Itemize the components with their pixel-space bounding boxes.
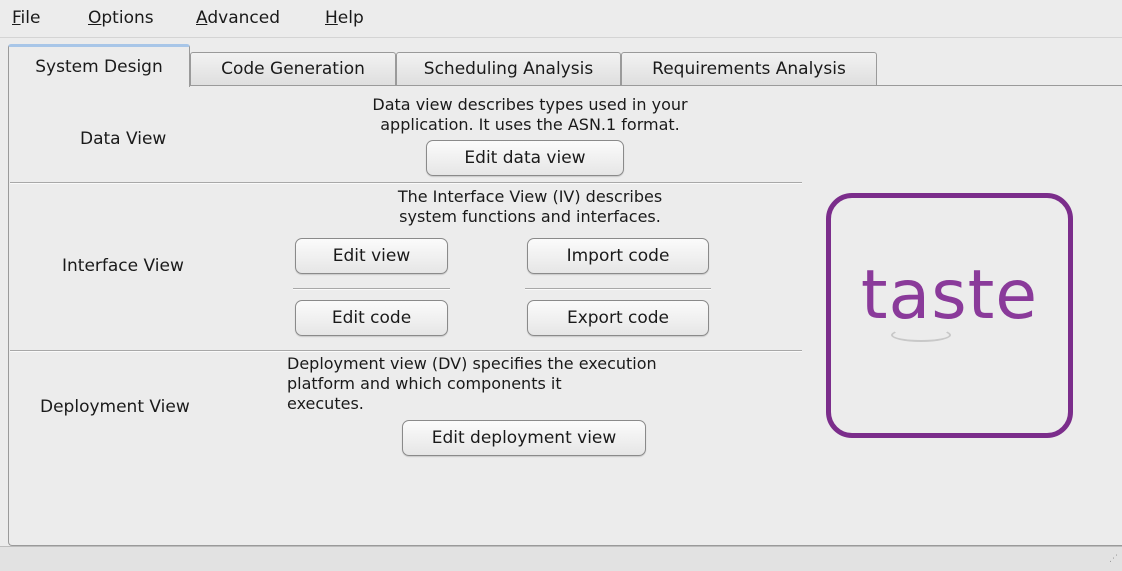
edit-code-button[interactable]: Edit code (295, 300, 448, 336)
divider-data-interface (10, 182, 802, 184)
import-code-button[interactable]: Import code (527, 238, 709, 274)
menu-options[interactable]: Options (88, 8, 154, 28)
status-bar: ⋰ (0, 546, 1122, 571)
logo-swoosh-icon (891, 328, 951, 342)
tab-system-design[interactable]: System Design (8, 44, 190, 87)
edit-deployment-view-button[interactable]: Edit deployment view (402, 420, 646, 456)
taste-logo-text: taste (860, 256, 1039, 335)
divider-interface-deployment (10, 350, 802, 352)
export-code-button[interactable]: Export code (527, 300, 709, 336)
data-view-label: Data View (80, 129, 167, 149)
resize-grip-icon[interactable]: ⋰ (1106, 555, 1118, 568)
deployment-view-description: Deployment view (DV) specifies the execu… (287, 354, 657, 413)
interface-view-label: Interface View (62, 256, 184, 276)
tab-code-generation[interactable]: Code Generation (190, 52, 396, 86)
interface-view-description: The Interface View (IV) describes system… (397, 187, 663, 226)
menu-file[interactable]: File (12, 8, 40, 28)
data-view-description: Data view describes types used in your a… (372, 95, 688, 134)
tab-scheduling-analysis[interactable]: Scheduling Analysis (396, 52, 621, 86)
edit-view-button[interactable]: Edit view (295, 238, 448, 274)
menu-help[interactable]: Help (325, 8, 364, 28)
divider-edit-view (293, 288, 450, 290)
edit-data-view-button[interactable]: Edit data view (426, 140, 624, 176)
divider-import-code (525, 288, 711, 290)
menu-bar: File Options Advanced Help (0, 0, 1122, 38)
tab-requirements-analysis[interactable]: Requirements Analysis (621, 52, 877, 86)
taste-logo: taste (826, 193, 1073, 438)
menu-advanced[interactable]: Advanced (196, 8, 280, 28)
deployment-view-label: Deployment View (40, 397, 190, 417)
tab-bar: System Design Code Generation Scheduling… (8, 44, 1122, 87)
